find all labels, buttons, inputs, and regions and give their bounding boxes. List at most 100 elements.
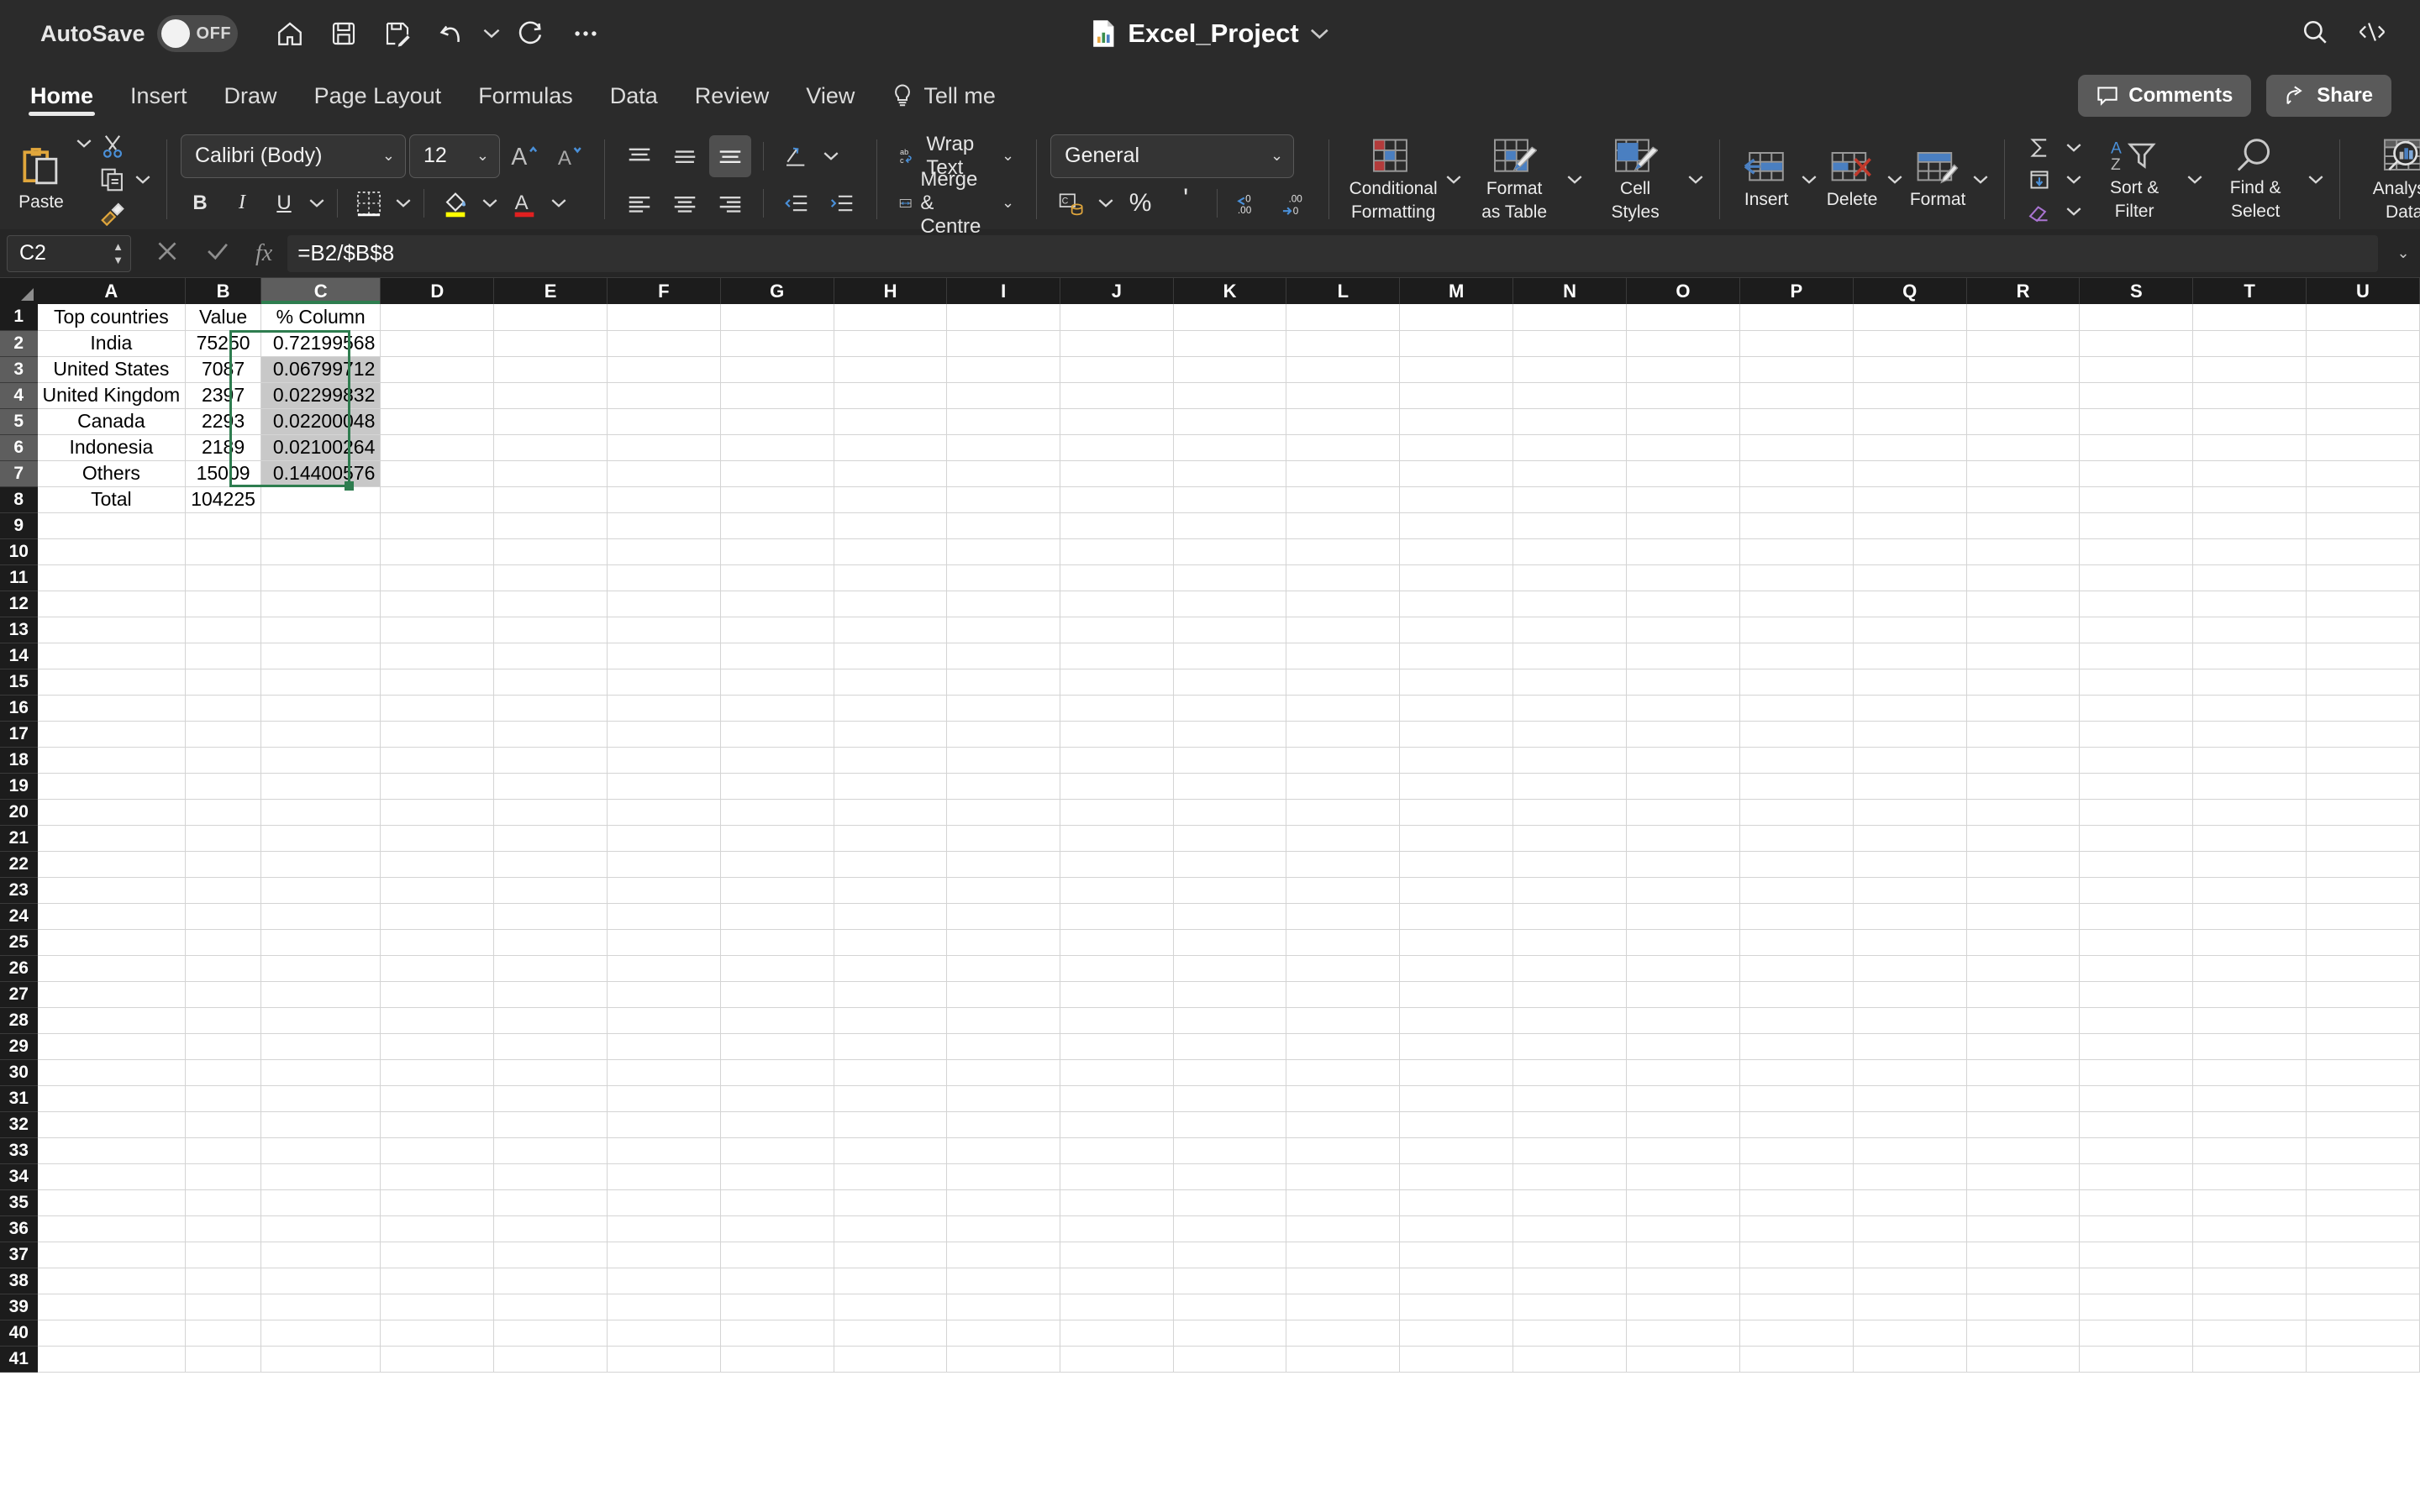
cell-I12[interactable] — [946, 591, 1061, 617]
cell-M5[interactable] — [1399, 408, 1514, 435]
cell-N22[interactable] — [1512, 851, 1628, 878]
cell-T25[interactable] — [2192, 929, 2307, 956]
cell-R12[interactable] — [1966, 591, 2081, 617]
cell-N16[interactable] — [1512, 695, 1628, 722]
table-row[interactable]: 26 — [0, 955, 2420, 982]
cell-I8[interactable] — [946, 486, 1061, 513]
cell-O24[interactable] — [1626, 903, 1740, 930]
cell-R33[interactable] — [1966, 1137, 2081, 1164]
cell-M33[interactable] — [1399, 1137, 1514, 1164]
cell-R17[interactable] — [1966, 721, 2081, 748]
cell-I29[interactable] — [946, 1033, 1061, 1060]
cell-G3[interactable] — [720, 356, 834, 383]
cell-T11[interactable] — [2192, 564, 2307, 591]
cell-B5[interactable]: 2293 — [185, 408, 261, 435]
column-header-I[interactable]: I — [946, 278, 1061, 304]
cell-K9[interactable] — [1173, 512, 1287, 539]
cell-U2[interactable] — [2306, 330, 2420, 357]
table-row[interactable]: 18 — [0, 747, 2420, 774]
cell-K17[interactable] — [1173, 721, 1287, 748]
cell-L36[interactable] — [1286, 1215, 1401, 1242]
cell-T41[interactable] — [2192, 1346, 2307, 1373]
cell-M32[interactable] — [1399, 1111, 1514, 1138]
cell-A33[interactable] — [37, 1137, 187, 1164]
cell-C30[interactable] — [260, 1059, 381, 1086]
cell-O17[interactable] — [1626, 721, 1740, 748]
cell-U27[interactable] — [2306, 981, 2420, 1008]
cell-T35[interactable] — [2192, 1189, 2307, 1216]
cell-N38[interactable] — [1512, 1268, 1628, 1294]
table-row[interactable]: 32 — [0, 1111, 2420, 1138]
cell-T9[interactable] — [2192, 512, 2307, 539]
cell-G37[interactable] — [720, 1242, 834, 1268]
cell-S14[interactable] — [2079, 643, 2194, 669]
column-header-G[interactable]: G — [720, 278, 834, 304]
cell-G34[interactable] — [720, 1163, 834, 1190]
cell-U6[interactable] — [2306, 434, 2420, 461]
cell-D14[interactable] — [380, 643, 495, 669]
cell-M12[interactable] — [1399, 591, 1514, 617]
cell-S2[interactable] — [2079, 330, 2194, 357]
cell-J14[interactable] — [1060, 643, 1174, 669]
cell-H22[interactable] — [834, 851, 948, 878]
cell-U31[interactable] — [2306, 1085, 2420, 1112]
analyse-data-button[interactable]: Analyse Data — [2354, 129, 2420, 229]
cell-G29[interactable] — [720, 1033, 834, 1060]
confirm-icon[interactable] — [205, 239, 230, 268]
cell-B6[interactable]: 2189 — [185, 434, 261, 461]
cell-H4[interactable] — [834, 382, 948, 409]
cell-L13[interactable] — [1286, 617, 1401, 643]
cell-P11[interactable] — [1739, 564, 1854, 591]
cell-A11[interactable] — [37, 564, 187, 591]
cell-R31[interactable] — [1966, 1085, 2081, 1112]
cell-O7[interactable] — [1626, 460, 1740, 487]
cell-C41[interactable] — [260, 1346, 381, 1373]
cell-M15[interactable] — [1399, 669, 1514, 696]
conditional-formatting-dropdown-icon[interactable] — [1444, 156, 1464, 203]
table-row[interactable]: 9 — [0, 512, 2420, 539]
tab-data[interactable]: Data — [592, 67, 676, 124]
table-row[interactable]: 5 Canada 2293 0.02200048 — [0, 408, 2420, 435]
underline-button[interactable]: U — [265, 182, 303, 224]
cell-H5[interactable] — [834, 408, 948, 435]
cell-L38[interactable] — [1286, 1268, 1401, 1294]
cell-U24[interactable] — [2306, 903, 2420, 930]
cell-N18[interactable] — [1512, 747, 1628, 774]
cell-Q30[interactable] — [1853, 1059, 1967, 1086]
column-header-A[interactable]: A — [37, 278, 187, 304]
cell-L5[interactable] — [1286, 408, 1401, 435]
row-header-33[interactable]: 33 — [0, 1137, 38, 1164]
cell-U38[interactable] — [2306, 1268, 2420, 1294]
cell-A22[interactable] — [37, 851, 187, 878]
table-row[interactable]: 34 — [0, 1163, 2420, 1190]
cell-B16[interactable] — [185, 695, 261, 722]
cell-F2[interactable] — [607, 330, 721, 357]
cell-O25[interactable] — [1626, 929, 1740, 956]
cell-R29[interactable] — [1966, 1033, 2081, 1060]
cell-S5[interactable] — [2079, 408, 2194, 435]
decrease-indent-button[interactable] — [776, 182, 818, 224]
cell-C11[interactable] — [260, 564, 381, 591]
cell-E17[interactable] — [493, 721, 608, 748]
cell-F10[interactable] — [607, 538, 721, 565]
cell-O30[interactable] — [1626, 1059, 1740, 1086]
table-row[interactable]: 35 — [0, 1189, 2420, 1216]
cell-J8[interactable] — [1060, 486, 1174, 513]
cell-D30[interactable] — [380, 1059, 495, 1086]
row-header-19[interactable]: 19 — [0, 773, 38, 800]
cell-K24[interactable] — [1173, 903, 1287, 930]
undo-icon[interactable] — [428, 10, 475, 57]
row-header-17[interactable]: 17 — [0, 721, 38, 748]
cell-F3[interactable] — [607, 356, 721, 383]
cell-H29[interactable] — [834, 1033, 948, 1060]
cell-I18[interactable] — [946, 747, 1061, 774]
cell-A37[interactable] — [37, 1242, 187, 1268]
cell-H14[interactable] — [834, 643, 948, 669]
column-header-C[interactable]: C — [260, 278, 381, 304]
row-header-16[interactable]: 16 — [0, 695, 38, 722]
cell-K11[interactable] — [1173, 564, 1287, 591]
cell-N20[interactable] — [1512, 799, 1628, 826]
cell-Q41[interactable] — [1853, 1346, 1967, 1373]
cell-G19[interactable] — [720, 773, 834, 800]
cell-T38[interactable] — [2192, 1268, 2307, 1294]
